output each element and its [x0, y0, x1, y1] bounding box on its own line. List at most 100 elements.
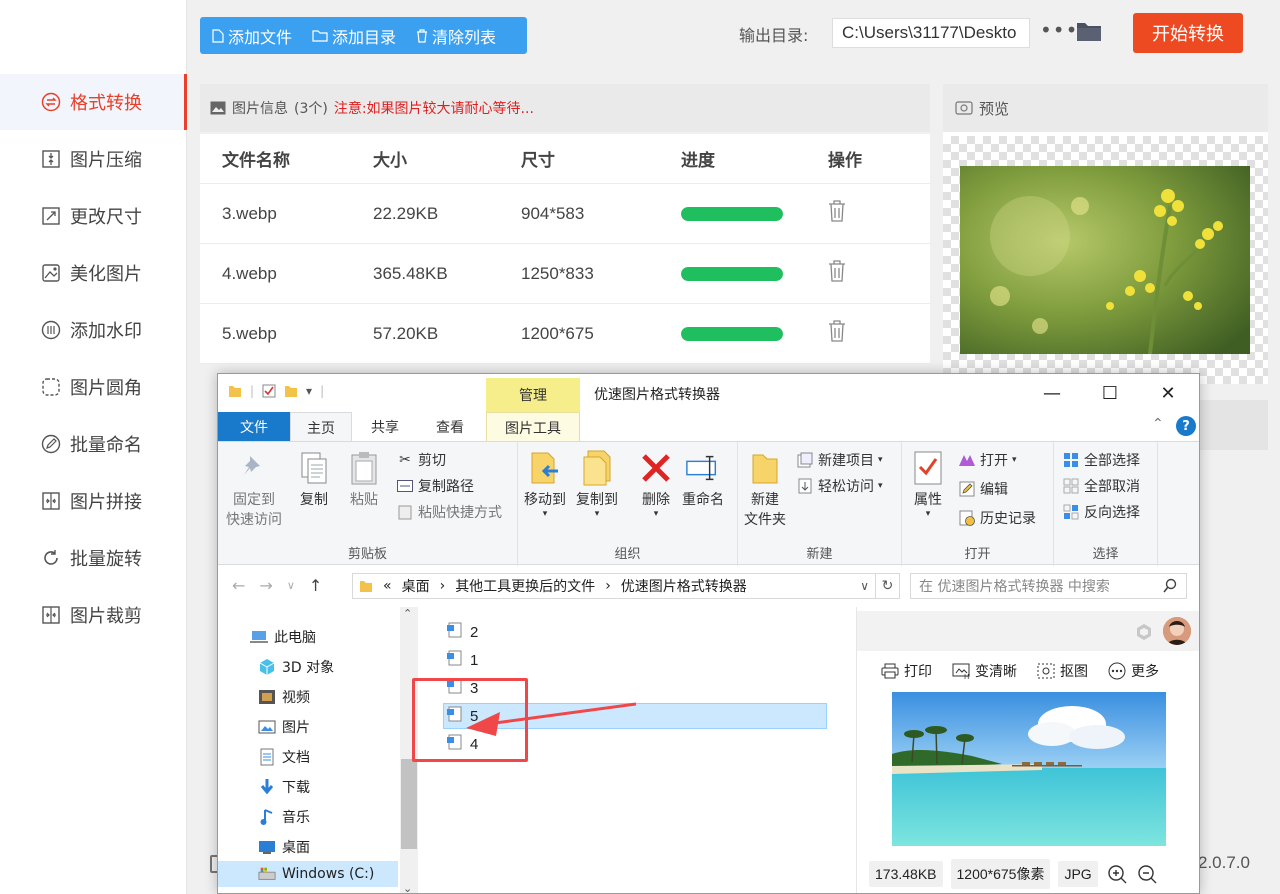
folder-icon[interactable]: [228, 384, 242, 398]
nav-scrollbar-thumb[interactable]: [401, 759, 417, 849]
sidebar-item-rounded-corner[interactable]: 图片圆角: [0, 359, 187, 415]
up-icon[interactable]: ↑: [309, 576, 322, 595]
invert-selection-button[interactable]: 反向选择: [1062, 502, 1140, 522]
paste-button[interactable]: 粘贴: [346, 448, 382, 510]
open-button[interactable]: 打开 ▾: [958, 450, 1017, 470]
delete-icon[interactable]: [828, 200, 846, 226]
sidebar-item-crop[interactable]: 图片裁剪: [0, 587, 187, 643]
window-title: 优速图片格式转换器: [594, 387, 720, 403]
paste-shortcut-button[interactable]: 粘贴快捷方式: [396, 502, 502, 522]
list-item[interactable]: 1: [446, 647, 478, 673]
drive-icon: [258, 865, 276, 883]
minimize-button[interactable]: —: [1029, 374, 1075, 412]
tab-home[interactable]: 主页: [290, 412, 352, 442]
zoom-out-icon[interactable]: [1136, 863, 1158, 885]
forward-icon[interactable]: →: [259, 576, 272, 595]
new-item-button[interactable]: 新建项目 ▾: [796, 450, 883, 470]
nav-item-3d-objects[interactable]: 3D 对象: [258, 654, 334, 680]
refresh-icon[interactable]: ↻: [876, 573, 900, 599]
breadcrumb-converter[interactable]: 优速图片格式转换器: [621, 576, 747, 596]
maximize-button[interactable]: ☐: [1087, 374, 1133, 412]
image-file-icon: [446, 622, 462, 642]
copy-path-button[interactable]: 复制路径: [396, 476, 474, 496]
add-file-button[interactable]: 添加文件: [212, 24, 292, 48]
tab-file[interactable]: 文件: [218, 412, 290, 442]
new-folder-button[interactable]: 新建 文件夹: [744, 448, 786, 530]
address-overflow[interactable]: «: [383, 578, 392, 594]
zoom-in-icon[interactable]: [1106, 863, 1128, 885]
sharpen-button[interactable]: HD 变清晰: [952, 661, 1017, 681]
copy-to-button[interactable]: 复制到 ▾: [576, 448, 618, 519]
clipboard-group: 固定到 快速访问 复制 粘贴 ✂ 剪切 复制路径 粘贴快捷方式 剪贴板: [218, 442, 518, 566]
manage-context-tab[interactable]: 管理: [486, 378, 580, 412]
delete-button[interactable]: 删除 ▾: [638, 448, 674, 519]
breadcrumb-desktop[interactable]: 桌面: [402, 576, 430, 596]
cutout-button[interactable]: 抠图: [1037, 661, 1088, 681]
recent-dropdown-icon[interactable]: ∨: [287, 576, 295, 595]
sidebar-item-compress[interactable]: 图片压缩: [0, 131, 187, 187]
back-icon[interactable]: ←: [232, 576, 245, 595]
delete-icon[interactable]: [828, 260, 846, 286]
nav-item-desktop[interactable]: 桌面: [258, 834, 310, 860]
list-item[interactable]: 2: [446, 619, 478, 645]
browse-more-button[interactable]: •••: [1040, 18, 1078, 42]
properties-button[interactable]: 属性 ▾: [910, 448, 946, 519]
delete-x-icon: [638, 448, 674, 488]
cut-button[interactable]: ✂ 剪切: [396, 450, 446, 470]
edit-button[interactable]: 编辑: [958, 479, 1008, 499]
history-button[interactable]: 历史记录: [958, 508, 1036, 528]
address-dropdown-icon[interactable]: ∨: [860, 579, 869, 593]
avatar[interactable]: [1163, 617, 1191, 645]
sidebar-item-resize[interactable]: 更改尺寸: [0, 188, 187, 244]
table-row[interactable]: 3.webp 22.29KB 904*583: [200, 184, 930, 244]
collapse-ribbon-icon[interactable]: ⌃: [1152, 416, 1164, 432]
sidebar-item-beautify[interactable]: 美化图片: [0, 245, 187, 301]
nav-item-video[interactable]: 视频: [258, 684, 310, 710]
search-input[interactable]: 在 优速图片格式转换器 中搜索: [910, 573, 1187, 599]
breadcrumb-other-tools[interactable]: 其他工具更换后的文件: [455, 576, 595, 596]
copy-button[interactable]: 复制: [296, 448, 332, 510]
new-folder-icon[interactable]: [284, 384, 298, 398]
select-all-button[interactable]: 全部选择: [1062, 450, 1140, 470]
nav-item-pictures[interactable]: 图片: [258, 714, 310, 740]
close-button[interactable]: ✕: [1145, 374, 1191, 412]
sidebar-item-rotate[interactable]: 批量旋转: [0, 530, 187, 586]
nav-item-documents[interactable]: 文档: [258, 744, 310, 770]
select-none-button[interactable]: 全部取消: [1062, 476, 1140, 496]
nav-label: 桌面: [282, 840, 310, 856]
table-row[interactable]: 5.webp 57.20KB 1200*675: [200, 304, 930, 364]
more-button[interactable]: 更多: [1108, 661, 1159, 681]
nav-item-this-pc[interactable]: 此电脑: [250, 624, 316, 650]
group-label: 打开: [964, 547, 991, 562]
start-convert-button[interactable]: 开始转换: [1133, 13, 1243, 53]
delete-icon[interactable]: [828, 320, 846, 346]
open-folder-icon[interactable]: [1076, 20, 1102, 46]
trash-icon: [417, 28, 428, 43]
output-path-field[interactable]: C:\Users\31177\Deskto: [832, 18, 1030, 48]
add-directory-button[interactable]: 添加目录: [312, 24, 396, 48]
help-icon[interactable]: ?: [1176, 416, 1196, 436]
nav-item-windows-c[interactable]: Windows (C:): [218, 861, 398, 887]
move-to-button[interactable]: 移动到 ▾: [524, 448, 566, 519]
scroll-up-icon[interactable]: ⌃: [403, 607, 412, 620]
tab-view[interactable]: 查看: [420, 412, 480, 442]
hex-icon[interactable]: [1135, 623, 1153, 645]
table-row[interactable]: 4.webp 365.48KB 1250*833: [200, 244, 930, 304]
pin-quick-access-button[interactable]: 固定到 快速访问: [226, 448, 282, 530]
nav-item-music[interactable]: 音乐: [258, 804, 310, 830]
sidebar-item-watermark[interactable]: 添加水印: [0, 302, 187, 358]
customize-qat-icon[interactable]: ▾: [306, 384, 312, 398]
sidebar-item-format-convert[interactable]: 格式转换: [0, 74, 187, 130]
properties-check-icon[interactable]: [262, 384, 276, 398]
clear-list-button[interactable]: 清除列表: [416, 24, 496, 48]
easy-access-button[interactable]: 轻松访问 ▾: [796, 476, 883, 496]
sidebar-item-stitch[interactable]: 图片拼接: [0, 473, 187, 529]
address-bar[interactable]: « 桌面 › 其他工具更换后的文件 › 优速图片格式转换器 ∨: [352, 573, 876, 599]
rename-button[interactable]: 重命名: [682, 448, 724, 510]
print-button[interactable]: 打印: [881, 661, 932, 681]
scroll-down-icon[interactable]: ⌄: [403, 882, 412, 893]
sidebar-item-rename[interactable]: 批量命名: [0, 416, 187, 472]
tab-picture-tools[interactable]: 图片工具: [486, 412, 580, 442]
nav-item-downloads[interactable]: 下载: [258, 774, 310, 800]
tab-share[interactable]: 共享: [355, 412, 415, 442]
